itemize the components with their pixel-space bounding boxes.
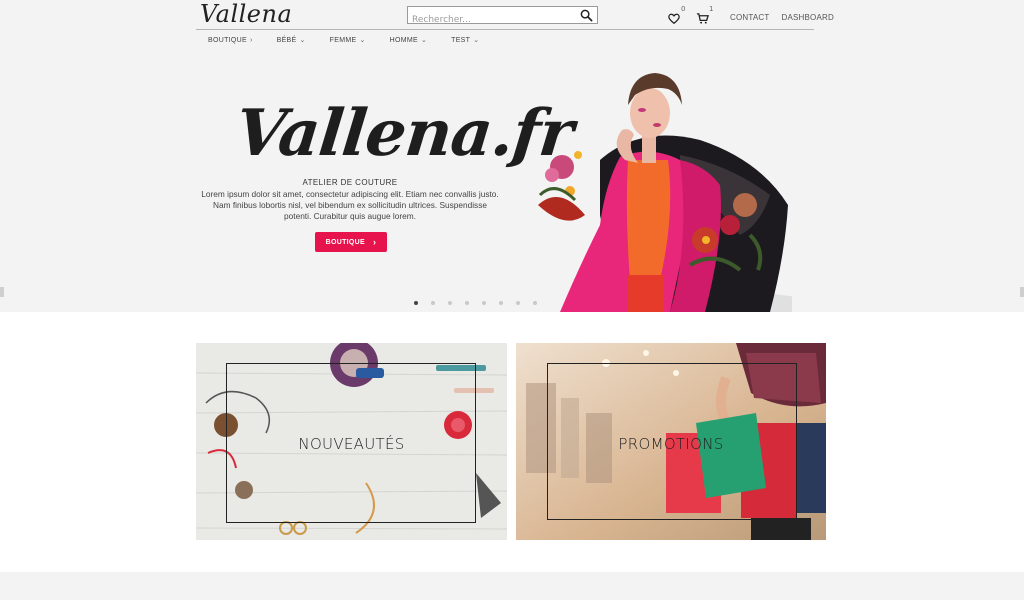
category-title: PROMOTIONS	[618, 435, 724, 453]
main-nav: BOUTIQUE › BÉBÉ ⌄ FEMME ⌄ HOMME ⌄ TEST ⌄	[196, 30, 491, 50]
nav-item-boutique[interactable]: BOUTIQUE ›	[208, 37, 253, 44]
cart-icon	[696, 13, 709, 24]
chevron-down-icon: ⌄	[420, 37, 428, 44]
slider-dot[interactable]	[431, 301, 435, 305]
slider-dot[interactable]	[533, 301, 537, 305]
hero-slider: Vallena.fr ATELIER DE COUTURE Lorem ipsu…	[0, 50, 1024, 312]
slider-prev-arrow[interactable]	[0, 287, 4, 297]
nav-item-test[interactable]: TEST ⌄	[451, 36, 480, 45]
slider-next-arrow[interactable]	[1020, 287, 1024, 297]
nav-item-label: BOUTIQUE	[208, 36, 247, 44]
category-card-promotions[interactable]: PROMOTIONS	[516, 343, 826, 540]
chevron-down-icon: ⌄	[359, 37, 366, 44]
nav-item-bebe[interactable]: BÉBÉ ⌄	[276, 36, 306, 45]
slider-dots	[414, 301, 550, 305]
hero-logo: Vallena.fr	[232, 96, 577, 171]
boutique-button-label: BOUTIQUE	[325, 238, 366, 246]
contact-link[interactable]: CONTACT	[730, 13, 769, 22]
nav-item-label: HOMME	[389, 36, 418, 44]
header: Vallena 0 1 CONTACT DASHBOARD BOUT	[0, 0, 1024, 50]
category-card-nouveautes[interactable]: NOUVEAUTÉS	[196, 343, 507, 540]
slider-dot[interactable]	[482, 301, 486, 305]
wishlist-count: 0	[681, 5, 686, 13]
nav-item-label: FEMME	[329, 36, 357, 44]
site-logo[interactable]: Vallena	[200, 0, 292, 28]
search-input[interactable]	[408, 12, 573, 28]
hero-description: Lorem ipsum dolor sit amet, consectetur …	[201, 189, 499, 221]
slider-dot[interactable]	[465, 301, 469, 305]
hero-model-image	[538, 73, 792, 312]
category-title: NOUVEAUTÉS	[298, 435, 405, 453]
slider-dot[interactable]	[414, 301, 418, 305]
nav-item-label: TEST	[451, 36, 471, 44]
nav-item-femme[interactable]: FEMME ⌄	[329, 36, 366, 45]
chevron-right-icon: ›	[249, 36, 253, 44]
header-icons: 0 1 CONTACT DASHBOARD	[668, 5, 846, 26]
slider-dot[interactable]	[516, 301, 520, 305]
category-banners: NOUVEAUTÉS PROMOTIONS	[196, 343, 826, 540]
footer-band	[0, 572, 1024, 600]
slider-dot[interactable]	[448, 301, 452, 305]
boutique-button[interactable]: BOUTIQUE ›	[315, 232, 387, 252]
search-box[interactable]	[407, 6, 598, 28]
cart-count: 1	[709, 5, 714, 13]
cart-button[interactable]: 1	[696, 5, 713, 24]
search-icon[interactable]	[580, 9, 593, 22]
nav-item-homme[interactable]: HOMME ⌄	[389, 36, 428, 45]
chevron-right-icon: ›	[373, 237, 377, 247]
slider-dot[interactable]	[499, 301, 503, 305]
hero-subtitle: ATELIER DE COUTURE	[302, 178, 398, 187]
heart-icon	[668, 13, 680, 25]
wishlist-button[interactable]: 0	[668, 5, 685, 25]
nav-item-label: BÉBÉ	[276, 36, 297, 44]
chevron-down-icon: ⌄	[473, 37, 480, 44]
dashboard-link[interactable]: DASHBOARD	[781, 13, 833, 22]
chevron-down-icon: ⌄	[299, 37, 306, 44]
